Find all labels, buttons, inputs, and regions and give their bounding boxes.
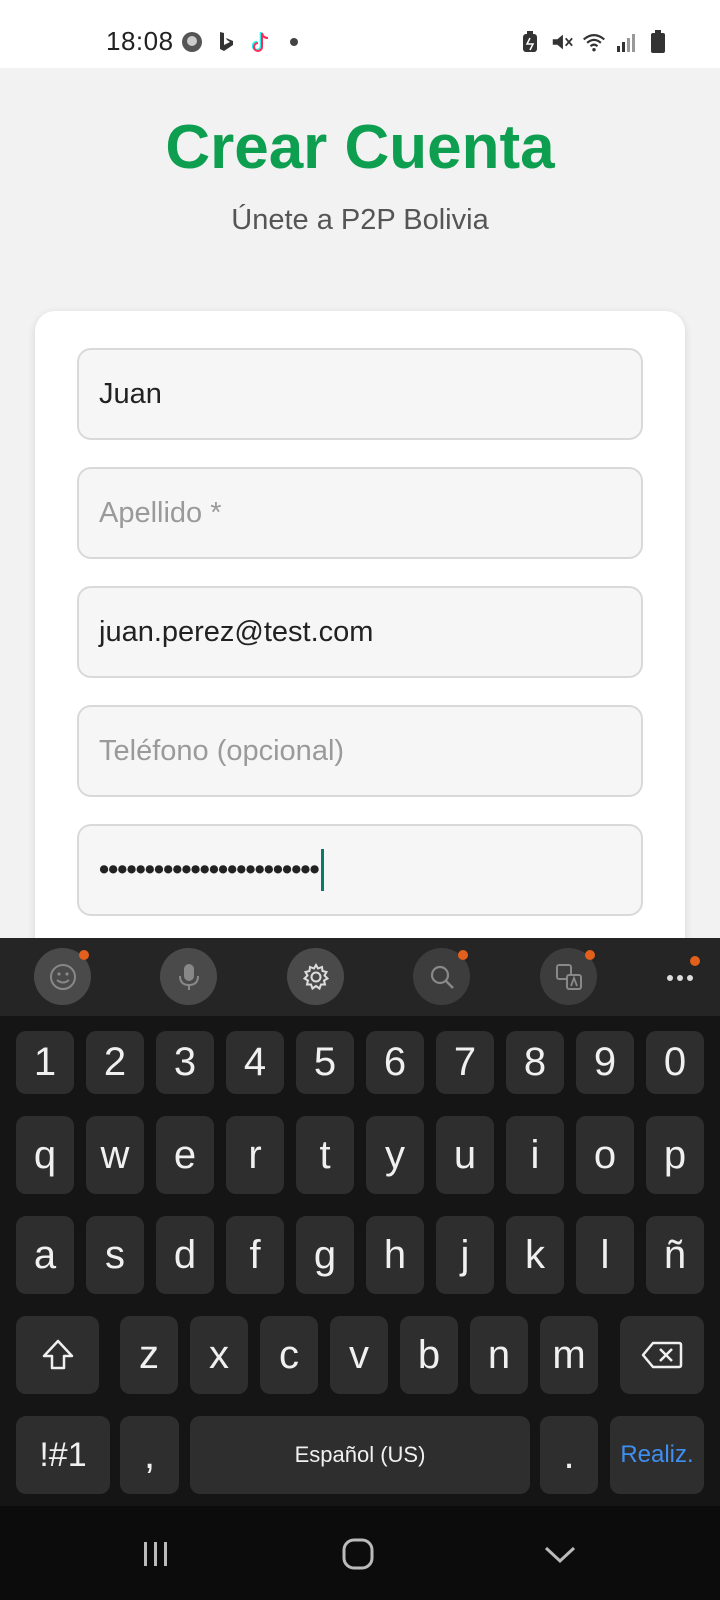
translate-notification-dot	[585, 950, 595, 960]
more-icon[interactable]	[660, 956, 700, 998]
page-subtitle: Únete a P2P Bolivia	[231, 204, 489, 236]
key[interactable]: 4	[226, 1031, 284, 1094]
key[interactable]: n	[470, 1316, 528, 1394]
done-key[interactable]: Realiz.	[610, 1416, 704, 1494]
key[interactable]: g	[296, 1216, 354, 1294]
key[interactable]: 8	[506, 1031, 564, 1094]
key[interactable]: j	[436, 1216, 494, 1294]
phone-field[interactable]: Teléfono (opcional)	[77, 705, 643, 797]
key[interactable]: 9	[576, 1031, 634, 1094]
key[interactable]: k	[506, 1216, 564, 1294]
key[interactable]: s	[86, 1216, 144, 1294]
key[interactable]: 6	[366, 1031, 424, 1094]
dot-icon	[282, 30, 306, 54]
key[interactable]: f	[226, 1216, 284, 1294]
settings-icon[interactable]	[287, 948, 344, 1005]
key[interactable]: v	[330, 1316, 388, 1394]
key[interactable]: ñ	[646, 1216, 704, 1294]
battery-saver-icon	[518, 30, 542, 54]
key[interactable]: m	[540, 1316, 598, 1394]
last-name-field[interactable]: Apellido *	[77, 467, 643, 559]
more-notification-dot	[690, 956, 700, 966]
recent-apps-icon	[144, 1542, 167, 1566]
clock-app-icon	[180, 30, 204, 54]
translate-icon[interactable]	[540, 948, 597, 1005]
status-time: 18:08	[106, 26, 174, 56]
tiktok-icon	[248, 30, 272, 54]
key[interactable]: q	[16, 1116, 74, 1194]
key[interactable]: a	[16, 1216, 74, 1294]
key[interactable]: 5	[296, 1031, 354, 1094]
comma-key[interactable]: ,	[120, 1416, 179, 1494]
signup-form-card: Juan Apellido * juan.perez@test.com Telé…	[35, 311, 685, 1011]
text-caret	[320, 849, 324, 891]
status-right-icons	[518, 30, 670, 54]
key[interactable]: d	[156, 1216, 214, 1294]
microphone-icon[interactable]	[160, 948, 217, 1005]
soft-keyboard: 1 2 3 4 5 6 7 8 9 0 q w e r t y u i o p …	[0, 938, 720, 1600]
key[interactable]: p	[646, 1116, 704, 1194]
hide-keyboard-button[interactable]	[535, 1530, 585, 1578]
email-value: juan.perez@test.com	[99, 615, 374, 648]
status-left-icons	[180, 30, 306, 54]
key[interactable]: 1	[16, 1031, 74, 1094]
first-name-value: Juan	[99, 377, 162, 410]
key[interactable]: r	[226, 1116, 284, 1194]
last-name-placeholder: Apellido *	[99, 496, 222, 529]
status-bar: 18:08	[0, 0, 720, 68]
chevron-down-icon	[544, 1546, 576, 1564]
recent-apps-button[interactable]	[131, 1530, 181, 1578]
first-name-field[interactable]: Juan	[77, 348, 643, 440]
keyboard-toolbar	[0, 938, 720, 1016]
key[interactable]: y	[366, 1116, 424, 1194]
search-notification-dot	[458, 950, 468, 960]
key[interactable]: c	[260, 1316, 318, 1394]
shift-key[interactable]	[16, 1316, 99, 1394]
symbols-key[interactable]: !#1	[16, 1416, 110, 1494]
key[interactable]: u	[436, 1116, 494, 1194]
key[interactable]: w	[86, 1116, 144, 1194]
password-field[interactable]: ••••••••••••••••••••••••	[77, 824, 643, 916]
key[interactable]: e	[156, 1116, 214, 1194]
navigation-bar	[0, 1506, 720, 1600]
phone-placeholder: Teléfono (opcional)	[99, 734, 345, 767]
emoji-icon[interactable]	[34, 948, 91, 1005]
home-button[interactable]	[333, 1530, 383, 1578]
backspace-icon	[641, 1341, 683, 1369]
email-field[interactable]: juan.perez@test.com	[77, 586, 643, 678]
key[interactable]: x	[190, 1316, 248, 1394]
battery-icon	[646, 30, 670, 54]
space-key[interactable]: Español (US)	[190, 1416, 530, 1494]
key[interactable]: i	[506, 1116, 564, 1194]
key[interactable]: t	[296, 1116, 354, 1194]
key[interactable]: o	[576, 1116, 634, 1194]
password-masked-value: ••••••••••••••••••••••••	[99, 853, 320, 886]
key[interactable]: z	[120, 1316, 178, 1394]
bing-icon	[214, 30, 238, 54]
home-icon	[342, 1538, 374, 1570]
key[interactable]: 2	[86, 1031, 144, 1094]
key[interactable]: 7	[436, 1031, 494, 1094]
wifi-icon	[582, 30, 606, 54]
key[interactable]: l	[576, 1216, 634, 1294]
backspace-key[interactable]	[620, 1316, 704, 1394]
search-icon[interactable]	[413, 948, 470, 1005]
emoji-notification-dot	[79, 950, 89, 960]
period-key[interactable]: .	[540, 1416, 598, 1494]
page-title: Crear Cuenta	[165, 113, 555, 182]
key[interactable]: 0	[646, 1031, 704, 1094]
key[interactable]: 3	[156, 1031, 214, 1094]
key[interactable]: b	[400, 1316, 458, 1394]
signal-icon	[614, 30, 638, 54]
shift-icon	[42, 1339, 73, 1370]
mute-icon	[550, 30, 574, 54]
key[interactable]: h	[366, 1216, 424, 1294]
